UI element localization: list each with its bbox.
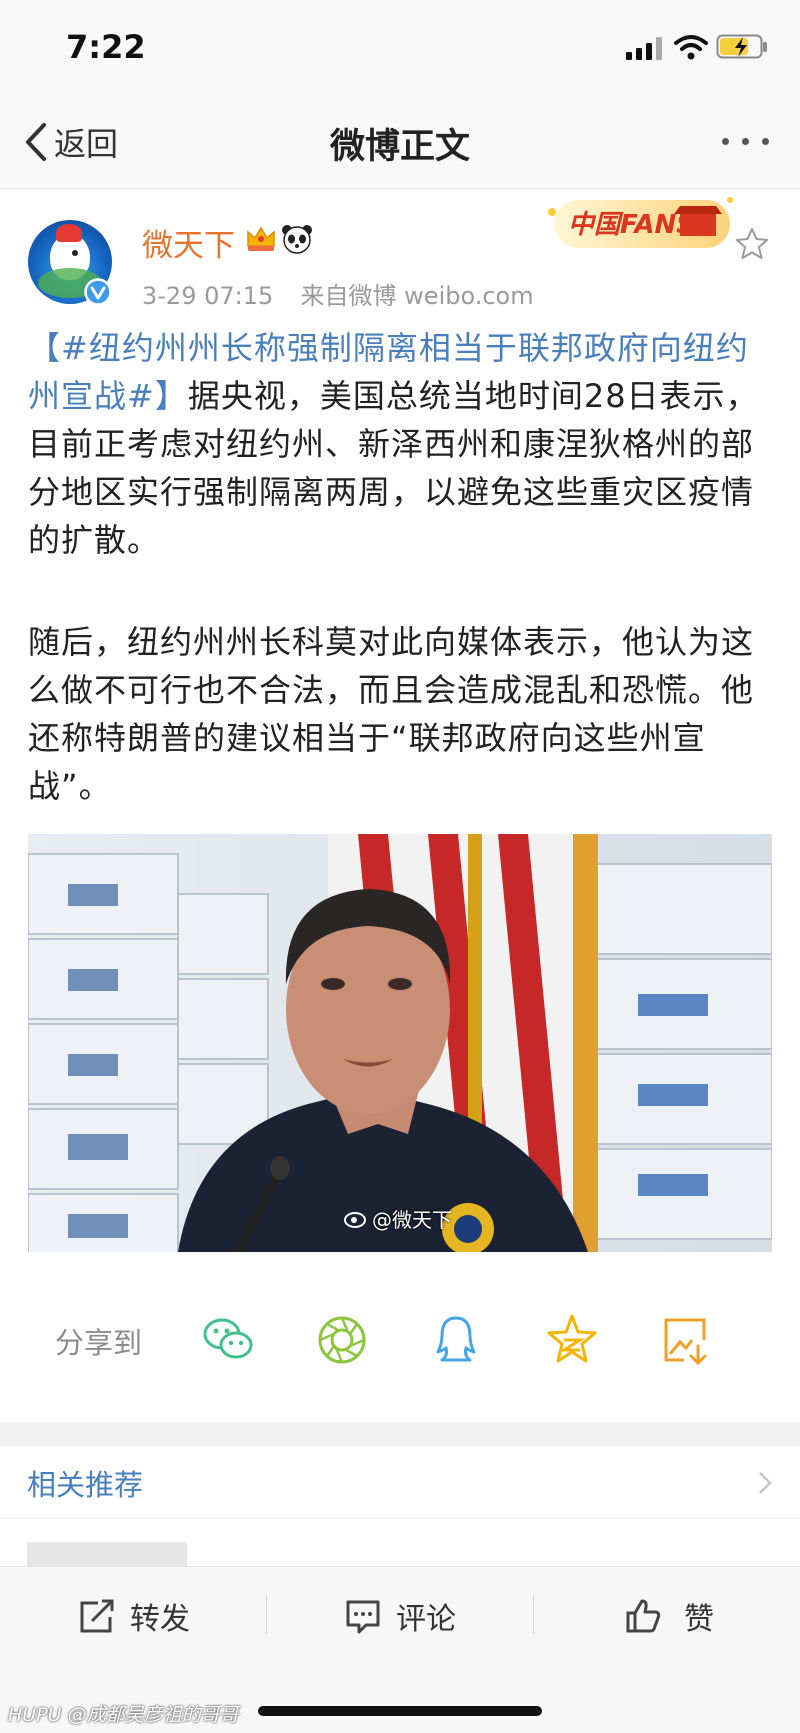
comment-button[interactable]: 评论 [344,1590,456,1642]
signal-icon [626,36,664,60]
wifi-icon [674,35,708,60]
qzone-star-icon[interactable] [542,1310,602,1370]
post-image[interactable]: @微天下 [28,834,772,1252]
like-label: 赞 [684,1602,714,1637]
moments-icon[interactable] [312,1310,372,1370]
crown-member-icon [247,226,275,251]
toolbar-divider [533,1594,534,1634]
save-image-icon[interactable] [656,1310,716,1370]
status-time: 7:22 [66,28,146,66]
share-label: 分享到 [55,1326,143,1360]
verified-badge-icon [84,278,112,306]
post-meta: 3-29 07:15 来自微博 weibo.com [142,276,534,311]
post-source: 来自微博 weibo.com [300,282,534,310]
battery-charging-icon [716,34,767,59]
post-image-graphic [28,834,772,1252]
comment-label: 评论 [396,1602,456,1637]
china-fans-text: 中国FANS [568,210,696,240]
post-paragraph-2: 随后，纽约州州长科莫对此向媒体表示，他认为这么做不可行也不合法，而且会造成混乱和… [28,623,755,805]
related-label: 相关推荐 [27,1468,144,1502]
comment-icon [346,1600,380,1634]
china-fans-badge: 中国FANS [540,190,740,256]
thumbs-up-icon [626,1599,661,1633]
panda-icon [282,225,312,254]
toolbar-divider [266,1594,267,1634]
image-watermark: @微天下 [372,1208,452,1232]
post-paragraph-1: 【#纽约州州长称强制隔离相当于联邦政府向纽约州宣战#】据央视，美国总统当地时间2… [28,324,768,564]
page-title: 微博正文 [329,127,470,167]
repost-icon [80,1599,114,1633]
username[interactable]: 微天下 [142,220,235,265]
favorite-star-icon[interactable] [734,226,770,262]
repost-button[interactable]: 转发 [78,1590,190,1642]
qq-icon[interactable] [426,1310,486,1370]
weibo-watermark-icon [344,1212,366,1228]
more-options-button[interactable] [718,124,778,160]
wechat-icon[interactable] [198,1310,258,1370]
repost-label: 转发 [130,1602,190,1637]
post-timestamp: 3-29 07:15 [142,282,274,310]
hupu-watermark: HUPU @成都吴彦祖的哥哥 [8,1704,239,1726]
chevron-right-icon [759,1472,772,1494]
section-divider [0,1422,800,1446]
like-button[interactable]: 赞 [624,1590,714,1642]
home-indicator[interactable] [258,1706,542,1716]
